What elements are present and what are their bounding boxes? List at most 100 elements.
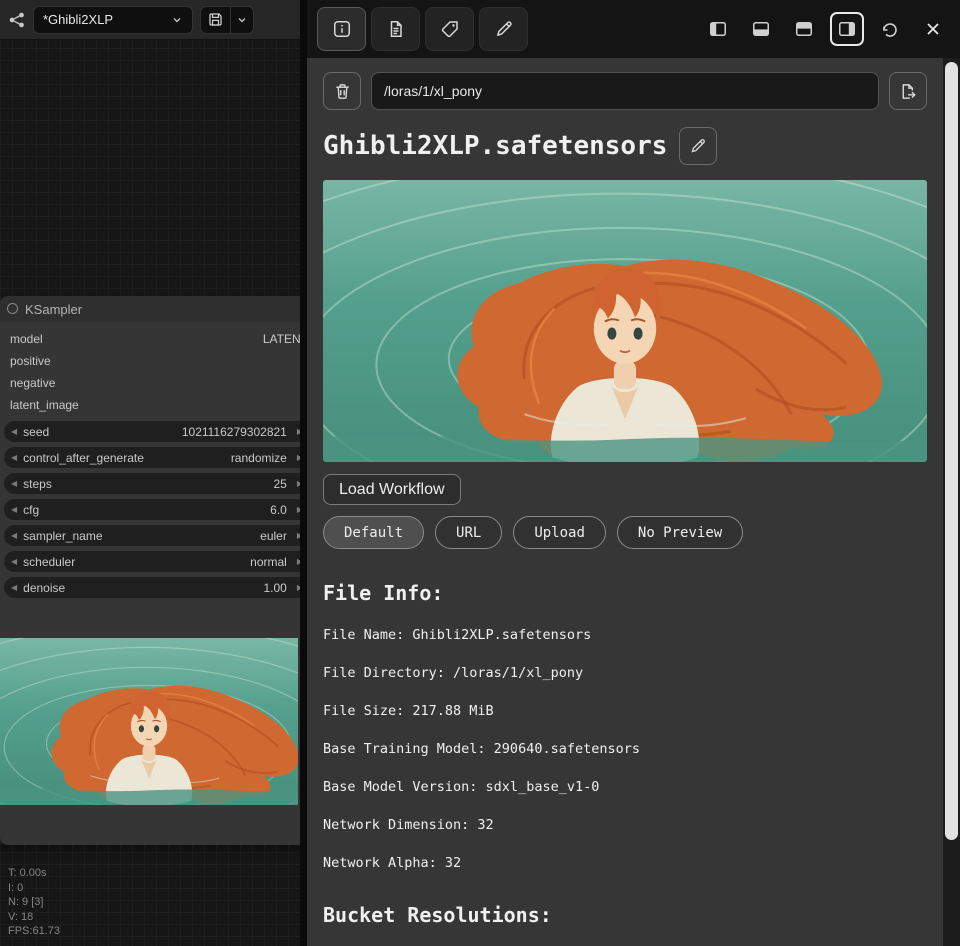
model-title: Ghibli2XLP.safetensors [323,131,667,161]
graph-icon [8,11,26,29]
save-button[interactable] [201,7,231,33]
widget-value: 1.00 [263,581,286,595]
info-row-base-model-version: Base Model Version: sdxl_base_v1-0 [323,779,927,795]
widget-label: cfg [23,503,270,517]
preview-default-button[interactable]: Default [323,516,424,549]
node-title: KSampler [25,302,82,317]
chevron-down-icon [236,14,248,26]
save-menu-button[interactable] [231,7,253,33]
increment-arrow-icon[interactable]: ▶ [297,454,300,462]
widget-label: scheduler [23,555,250,569]
decrement-arrow-icon[interactable]: ◀ [11,428,17,436]
increment-arrow-icon[interactable]: ▶ [297,506,300,514]
info-icon [332,19,352,39]
info-row-base-training-model: Base Training Model: 290640.safetensors [323,741,927,757]
widget-control-after-generate[interactable]: ◀ control_after_generate randomize ▶ [4,447,300,468]
document-icon [386,19,406,39]
widget-denoise[interactable]: ◀ denoise 1.00 ▶ [4,577,300,598]
widget-seed[interactable]: ◀ seed 1021116279302821 ▶ [4,421,300,442]
decrement-arrow-icon[interactable]: ◀ [11,454,17,462]
pencil-icon [494,19,514,39]
widget-value: normal [250,555,287,569]
increment-arrow-icon[interactable]: ▶ [297,480,300,488]
increment-arrow-icon[interactable]: ▶ [297,428,300,436]
workflow-selector[interactable]: *Ghibli2XLP [33,6,193,34]
decrement-arrow-icon[interactable]: ◀ [11,506,17,514]
load-workflow-button[interactable]: Load Workflow [323,474,461,505]
node-header[interactable]: KSampler [0,296,300,322]
save-button-group [200,6,254,34]
stat-line: V: 18 [8,910,60,925]
widget-label: sampler_name [23,529,260,543]
model-path-input[interactable] [371,72,879,110]
popout-arrow-icon [880,19,900,39]
stat-line: FPS:61.73 [8,924,60,939]
model-info-panel: Ghibli2XLP.safetensors Load Workflow Def… [300,0,960,946]
dock-right-button[interactable] [830,12,864,46]
tab-tags[interactable] [425,7,474,51]
widget-steps[interactable]: ◀ steps 25 ▶ [4,473,300,494]
dock-top-button[interactable] [787,12,821,46]
decrement-arrow-icon[interactable]: ◀ [11,558,17,566]
tab-edit[interactable] [479,7,528,51]
app-root: KSampler model LATENT positive negative … [0,0,960,946]
node-io-row: model LATENT [0,328,300,350]
widget-value: 1021116279302821 [182,425,287,439]
preview-upload-button[interactable]: Upload [513,516,606,549]
decrement-arrow-icon[interactable]: ◀ [11,584,17,592]
increment-arrow-icon[interactable]: ▶ [297,532,300,540]
delete-model-button[interactable] [323,72,361,110]
workflow-topbar: *Ghibli2XLP [0,0,300,40]
widget-sampler-name[interactable]: ◀ sampler_name euler ▶ [4,525,300,546]
widget-value: euler [260,529,287,543]
model-info-content: Ghibli2XLP.safetensors Load Workflow Def… [307,58,943,946]
increment-arrow-icon[interactable]: ▶ [297,584,300,592]
input-label-model: model [10,332,43,346]
widget-label: denoise [23,581,263,595]
dock-bottom-button[interactable] [744,12,778,46]
scrollbar-thumb[interactable] [945,62,958,840]
panel-right-icon [837,19,857,39]
workflow-name: *Ghibli2XLP [43,12,165,27]
chevron-down-icon [171,14,183,26]
workflow-canvas-panel: KSampler model LATENT positive negative … [0,0,300,946]
widget-label: control_after_generate [23,451,231,465]
panel-left-icon [708,19,728,39]
panel-scrollbar[interactable] [943,58,960,946]
stat-line: N: 9 [3] [8,895,60,910]
popout-button[interactable] [873,12,907,46]
tab-info[interactable] [317,7,366,51]
close-panel-button[interactable] [916,12,950,46]
close-icon [923,19,943,39]
preview-url-button[interactable]: URL [435,516,502,549]
decrement-arrow-icon[interactable]: ◀ [11,480,17,488]
rename-model-button[interactable] [679,127,717,165]
input-label-negative: negative [10,376,55,390]
export-path-button[interactable] [889,72,927,110]
preview-source-buttons: Default URL Upload No Preview [323,516,927,549]
panel-bottom-icon [751,19,771,39]
stat-line: I: 0 [8,881,60,896]
no-preview-button[interactable]: No Preview [617,516,743,549]
file-export-icon [899,82,918,101]
path-row [323,72,927,110]
info-row-network-dimension: Network Dimension: 32 [323,817,927,833]
pencil-icon [689,137,707,155]
widget-cfg[interactable]: ◀ cfg 6.0 ▶ [4,499,300,520]
output-label-latent: LATENT [263,332,300,346]
panel-tabs [317,7,528,51]
info-row-file-name: File Name: Ghibli2XLP.safetensors [323,627,927,643]
ksampler-node[interactable]: KSampler model LATENT positive negative … [0,296,300,845]
file-info-heading: File Info: [323,581,927,605]
widget-scheduler[interactable]: ◀ scheduler normal ▶ [4,551,300,572]
widget-value: randomize [231,451,287,465]
bucket-resolutions-heading: Bucket Resolutions: [323,903,927,927]
tag-icon [440,19,460,39]
decrement-arrow-icon[interactable]: ◀ [11,532,17,540]
dock-left-button[interactable] [701,12,735,46]
tab-document[interactable] [371,7,420,51]
node-io-row: positive [0,350,300,372]
node-collapse-dot[interactable] [7,303,18,314]
increment-arrow-icon[interactable]: ▶ [297,558,300,566]
info-row-network-alpha: Network Alpha: 32 [323,855,927,871]
